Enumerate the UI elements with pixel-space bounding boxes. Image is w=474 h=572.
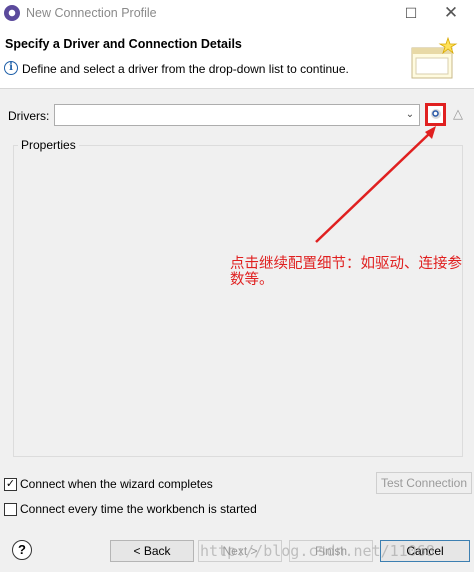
new-driver-icon (431, 109, 441, 119)
watermark: http://blog.csdn.net/11068 (200, 542, 435, 560)
maximize-icon[interactable]: ☐ (402, 4, 420, 22)
properties-group (13, 145, 463, 457)
annotation-text: 点击继续配置细节：如驱动、连接参数等。 (230, 256, 462, 288)
connect-workbench-checkbox[interactable] (4, 503, 17, 516)
help-icon[interactable]: ? (12, 540, 32, 560)
test-connection-button[interactable]: Test Connection (376, 472, 472, 494)
drivers-dropdown[interactable]: ⌄ (54, 104, 420, 126)
connect-wizard-label[interactable]: Connect when the wizard completes (20, 477, 213, 491)
wizard-header: Specify a Driver and Connection Details … (0, 26, 474, 89)
eclipse-app-icon (4, 5, 20, 21)
connect-wizard-checkbox[interactable]: ✓ (4, 478, 17, 491)
drivers-label: Drivers: (8, 109, 50, 123)
back-button[interactable]: < Back (110, 540, 194, 562)
new-driver-button[interactable] (425, 103, 446, 126)
window-title: New Connection Profile (26, 6, 157, 20)
connect-workbench-label[interactable]: Connect every time the workbench is star… (20, 502, 257, 516)
title-bar: New Connection Profile ☐ ✕ (0, 0, 474, 26)
page-description: Define and select a driver from the drop… (22, 62, 349, 76)
wizard-banner-icon (411, 36, 458, 79)
properties-label: Properties (18, 138, 79, 152)
close-icon[interactable]: ✕ (440, 3, 462, 23)
chevron-down-icon[interactable]: ⌄ (404, 108, 416, 122)
edit-driver-icon[interactable]: △ (450, 106, 466, 122)
info-icon: i (4, 61, 18, 75)
page-title: Specify a Driver and Connection Details (5, 37, 242, 51)
